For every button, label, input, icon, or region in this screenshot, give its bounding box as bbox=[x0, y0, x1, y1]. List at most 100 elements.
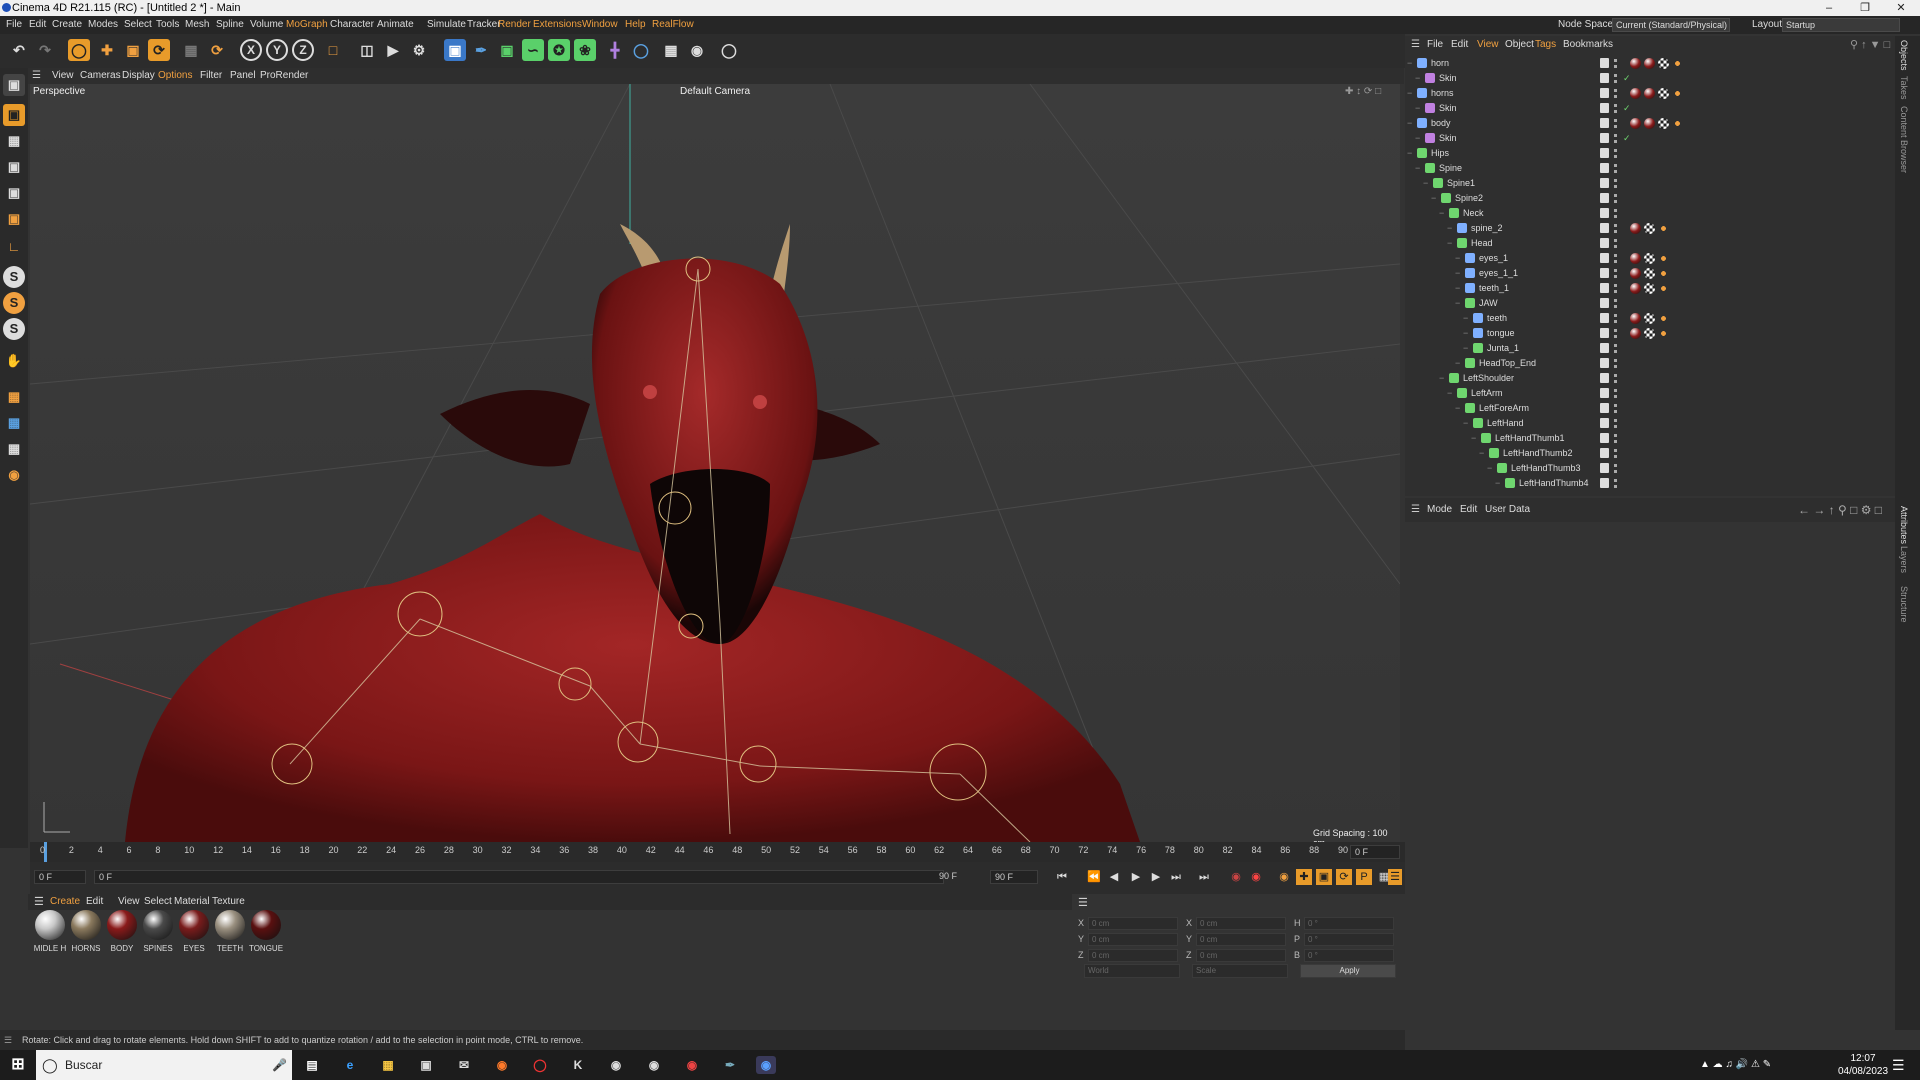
weight-tag-icon[interactable] bbox=[1672, 58, 1683, 69]
expand-toggle-icon[interactable]: − bbox=[1407, 116, 1412, 131]
expand-toggle-icon[interactable]: − bbox=[1455, 296, 1460, 311]
material-menu-texture[interactable]: Texture bbox=[212, 894, 245, 910]
object-row[interactable]: − LeftArm bbox=[1405, 386, 1893, 401]
menu-extensions[interactable]: Extensions bbox=[533, 16, 582, 34]
viewport-hamburger-icon[interactable]: ☰ bbox=[32, 68, 41, 84]
render-visibility-dots-icon[interactable] bbox=[1614, 239, 1617, 248]
render-visibility-dots-icon[interactable] bbox=[1614, 419, 1617, 428]
side-tab-takes[interactable]: Takes bbox=[1899, 76, 1909, 100]
object-row[interactable]: − Neck bbox=[1405, 206, 1893, 221]
object-name[interactable]: teeth bbox=[1487, 311, 1507, 326]
object-row[interactable]: − Hips bbox=[1405, 146, 1893, 161]
minimize-icon[interactable]: – bbox=[1814, 0, 1844, 16]
store-icon[interactable]: ▣ bbox=[416, 1056, 436, 1074]
side-tab-layers[interactable]: Layers bbox=[1899, 546, 1909, 573]
menu-select[interactable]: Select bbox=[124, 16, 152, 34]
object-row[interactable]: − JAW bbox=[1405, 296, 1893, 311]
editor-visibility-icon[interactable] bbox=[1600, 358, 1609, 368]
object-name[interactable]: LeftHandThumb4 bbox=[1519, 476, 1589, 491]
mograph-icon[interactable]: ❀ bbox=[574, 39, 596, 61]
menu-tracker[interactable]: Tracker bbox=[467, 16, 501, 34]
editor-visibility-icon[interactable] bbox=[1600, 88, 1609, 98]
texture-mode-icon[interactable]: ▦ bbox=[3, 386, 25, 408]
object-row[interactable]: − HeadTop_End bbox=[1405, 356, 1893, 371]
previous-frame-icon[interactable]: ◀ bbox=[1106, 869, 1122, 885]
scale-icon[interactable]: ▣ bbox=[122, 39, 144, 61]
menu-spline[interactable]: Spline bbox=[216, 16, 244, 34]
render-visibility-dots-icon[interactable] bbox=[1614, 119, 1617, 128]
start-frame-field[interactable]: 0 F bbox=[34, 870, 86, 884]
object-name[interactable]: Junta_1 bbox=[1487, 341, 1519, 356]
weight-tag-icon[interactable] bbox=[1672, 88, 1683, 99]
object-name[interactable]: eyes_1_1 bbox=[1479, 266, 1518, 281]
menu-simulate[interactable]: Simulate bbox=[427, 16, 466, 34]
object-name[interactable]: LeftForeArm bbox=[1479, 401, 1529, 416]
make-editable-icon[interactable]: ▣ bbox=[3, 74, 25, 96]
weight-tag-icon[interactable] bbox=[1658, 253, 1669, 264]
render-visibility-dots-icon[interactable] bbox=[1614, 464, 1617, 473]
object-row[interactable]: − LeftHandThumb2 bbox=[1405, 446, 1893, 461]
status-hamburger-icon[interactable]: ☰ bbox=[4, 1030, 12, 1050]
grid-icon[interactable]: ▦ bbox=[3, 412, 25, 434]
editor-visibility-icon[interactable] bbox=[1600, 253, 1609, 263]
edge-icon[interactable]: e bbox=[340, 1056, 360, 1074]
object-menu-tags[interactable]: Tags bbox=[1535, 36, 1556, 54]
brush-icon[interactable]: ◉ bbox=[3, 464, 25, 486]
uv-tag-icon[interactable] bbox=[1644, 223, 1655, 234]
live-selection-icon[interactable]: ◯ bbox=[68, 39, 90, 61]
rotation-key-icon[interactable]: ⟳ bbox=[1336, 869, 1352, 885]
mat-tag-icon[interactable] bbox=[1630, 118, 1641, 129]
timeline-current-frame[interactable]: 0 F bbox=[1350, 845, 1400, 859]
object-name[interactable]: horn bbox=[1431, 56, 1449, 71]
expand-toggle-icon[interactable]: − bbox=[1415, 101, 1420, 116]
expand-toggle-icon[interactable]: − bbox=[1423, 176, 1428, 191]
editor-visibility-icon[interactable] bbox=[1600, 388, 1609, 398]
menu-volume[interactable]: Volume bbox=[250, 16, 283, 34]
pen-icon[interactable]: ✒ bbox=[470, 39, 492, 61]
material-swatch[interactable]: MIDLE H bbox=[32, 910, 68, 960]
size-field[interactable]: 0 cm bbox=[1196, 949, 1286, 962]
rotation-field[interactable]: 0 ° bbox=[1304, 933, 1394, 946]
move-icon[interactable]: ✚ bbox=[96, 39, 118, 61]
record-icon[interactable]: ◉ bbox=[1228, 869, 1244, 885]
object-row[interactable]: − Skin ✓ bbox=[1405, 101, 1893, 116]
camera-icon[interactable]: ◉ bbox=[686, 39, 708, 61]
editor-visibility-icon[interactable] bbox=[1600, 478, 1609, 488]
render-visibility-dots-icon[interactable] bbox=[1614, 209, 1617, 218]
uv-tag-icon[interactable] bbox=[1644, 268, 1655, 279]
edges-mode-icon[interactable]: ▣ bbox=[3, 182, 25, 204]
viewport-menu-options[interactable]: Options bbox=[158, 68, 192, 84]
polygons-mode-icon[interactable]: ▣ bbox=[3, 208, 25, 230]
rotation-field[interactable]: 0 ° bbox=[1304, 917, 1394, 930]
viewport-menu-prorender[interactable]: ProRender bbox=[260, 68, 308, 84]
render-visibility-dots-icon[interactable] bbox=[1614, 269, 1617, 278]
render-visibility-dots-icon[interactable] bbox=[1614, 449, 1617, 458]
app-circle-icon[interactable]: ◉ bbox=[606, 1056, 626, 1074]
attribute-nav-icons[interactable]: ← → ↑ ⚲ □ ⚙ □ bbox=[1798, 498, 1882, 522]
weight-tag-icon[interactable] bbox=[1658, 268, 1669, 279]
expand-toggle-icon[interactable]: − bbox=[1463, 326, 1468, 341]
material-swatch[interactable]: TONGUE bbox=[248, 910, 284, 960]
object-name[interactable]: LeftHand bbox=[1487, 416, 1524, 431]
object-row[interactable]: − Skin ✓ bbox=[1405, 71, 1893, 86]
mat-tag-icon[interactable] bbox=[1630, 268, 1641, 279]
viewport-menu-cameras[interactable]: Cameras bbox=[80, 68, 121, 84]
menu-create[interactable]: Create bbox=[52, 16, 82, 34]
mail-icon[interactable]: ✉ bbox=[454, 1056, 474, 1074]
expand-toggle-icon[interactable]: − bbox=[1455, 266, 1460, 281]
menu-mesh[interactable]: Mesh bbox=[185, 16, 209, 34]
size-field[interactable]: 0 cm bbox=[1196, 917, 1286, 930]
cloner-icon[interactable]: ✪ bbox=[548, 39, 570, 61]
expand-toggle-icon[interactable]: − bbox=[1455, 401, 1460, 416]
rotation-field[interactable]: 0 ° bbox=[1304, 949, 1394, 962]
weight-tag-icon[interactable] bbox=[1658, 328, 1669, 339]
object-row[interactable]: − LeftHandThumb4 bbox=[1405, 476, 1893, 491]
tweak-icon[interactable]: ✋ bbox=[3, 350, 25, 372]
render-visibility-dots-icon[interactable] bbox=[1614, 74, 1617, 83]
object-row[interactable]: − eyes_1_1 bbox=[1405, 266, 1893, 281]
object-row[interactable]: − LeftHandThumb1 bbox=[1405, 431, 1893, 446]
render-visibility-dots-icon[interactable] bbox=[1614, 329, 1617, 338]
spline-deformer-icon[interactable]: ∽ bbox=[522, 39, 544, 61]
object-row[interactable]: − Spine bbox=[1405, 161, 1893, 176]
object-name[interactable]: Skin bbox=[1439, 71, 1457, 86]
